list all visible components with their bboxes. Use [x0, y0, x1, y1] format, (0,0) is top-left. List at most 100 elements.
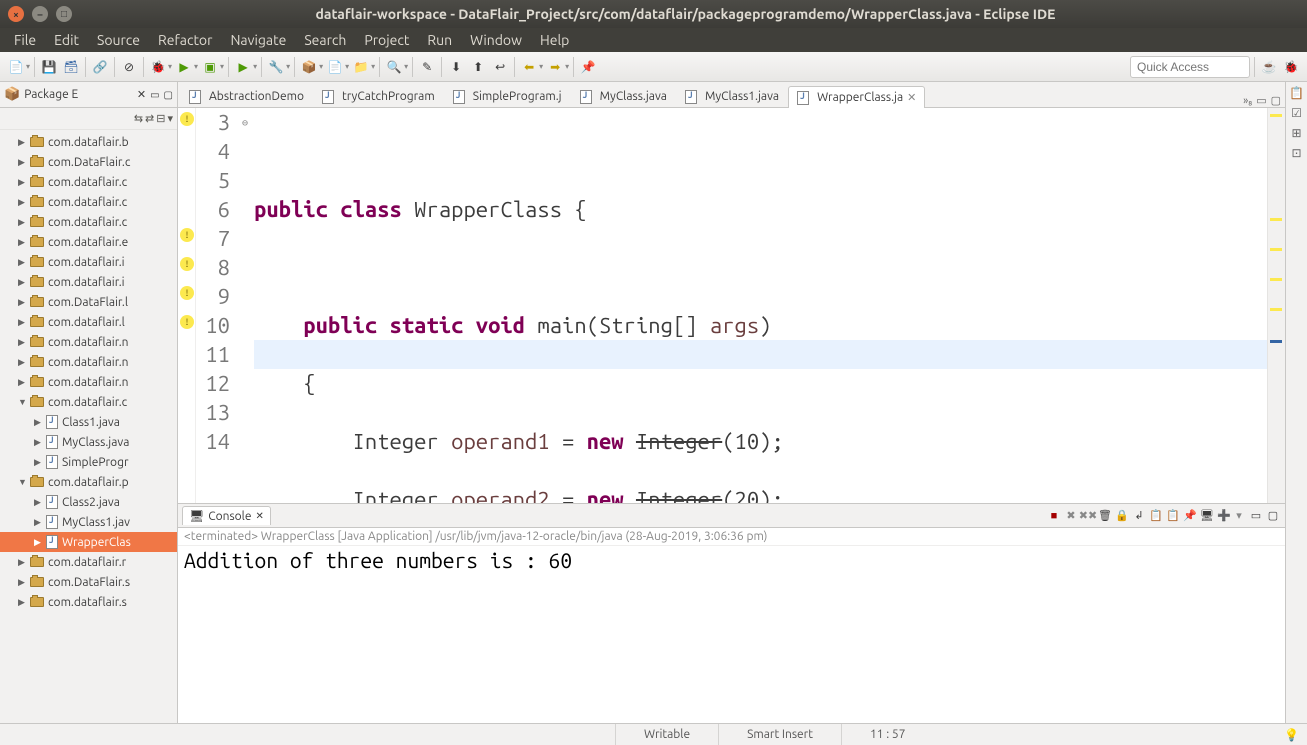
close-icon[interactable]: ✕: [137, 88, 146, 101]
save-all-icon[interactable]: 🗃: [61, 57, 81, 77]
tree-item[interactable]: ▶WrapperClas: [0, 532, 177, 552]
perspective-java-icon[interactable]: ☕: [1259, 57, 1279, 77]
pin-console-icon[interactable]: 📌: [1182, 508, 1198, 524]
new-class-icon[interactable]: 📄: [325, 57, 345, 77]
prev-annotation-icon[interactable]: ⬆: [468, 57, 488, 77]
console-tab[interactable]: 🖥 Console ✕: [182, 506, 271, 525]
tree-item[interactable]: ▶com.dataflair.c: [0, 172, 177, 192]
perspective-icon[interactable]: ⊞: [1291, 126, 1301, 140]
tree-item[interactable]: ▶com.dataflair.n: [0, 352, 177, 372]
minimize-icon[interactable]: ▭: [150, 89, 159, 101]
link-editor-icon[interactable]: ⇄: [145, 112, 154, 125]
save-icon[interactable]: 💾: [39, 57, 59, 77]
tree-item[interactable]: ▶com.dataflair.i: [0, 252, 177, 272]
collapse-all-icon[interactable]: ⇆: [134, 112, 143, 125]
tree-item[interactable]: ▶com.dataflair.c: [0, 192, 177, 212]
clear-console-icon[interactable]: 🗑: [1097, 508, 1113, 524]
close-icon[interactable]: ✕: [907, 91, 916, 104]
window-maximize-icon[interactable]: □: [56, 6, 72, 22]
back-icon[interactable]: ⬅: [519, 57, 539, 77]
tree-item[interactable]: ▶com.dataflair.s: [0, 592, 177, 612]
coverage-icon[interactable]: ▣: [200, 57, 220, 77]
next-annotation-icon[interactable]: ⬇: [446, 57, 466, 77]
tree-item[interactable]: ▶com.dataflair.l: [0, 312, 177, 332]
menu-refactor[interactable]: Refactor: [150, 30, 220, 50]
more-tabs-icon[interactable]: »₈: [1243, 95, 1252, 107]
maximize-icon[interactable]: ▢: [164, 89, 173, 101]
focus-icon[interactable]: ⊟: [156, 112, 165, 125]
tree-item[interactable]: ▶com.dataflair.b: [0, 132, 177, 152]
editor-tab[interactable]: AbstractionDemo: [180, 85, 313, 107]
code-editor[interactable]: ! ! ! ! ! 34567891011121314 ⊖ public cla…: [178, 108, 1285, 503]
editor-maximize-icon[interactable]: ▢: [1271, 94, 1281, 107]
editor-tab[interactable]: tryCatchProgram: [313, 85, 444, 107]
forward-icon[interactable]: ➡: [545, 57, 565, 77]
scroll-lock-icon[interactable]: 🔒: [1114, 508, 1130, 524]
search-icon[interactable]: 🔍: [384, 57, 404, 77]
tree-item[interactable]: ▶Class1.java: [0, 412, 177, 432]
tree-item[interactable]: ▶com.dataflair.r: [0, 552, 177, 572]
outline-icon[interactable]: 📋: [1289, 86, 1304, 100]
tree-item[interactable]: ▼com.dataflair.p: [0, 472, 177, 492]
show-view-icon[interactable]: ⊡: [1291, 146, 1301, 160]
tree-item[interactable]: ▶com.dataflair.n: [0, 332, 177, 352]
terminate-icon[interactable]: ■: [1046, 508, 1062, 524]
open-type-icon[interactable]: 🔗: [90, 57, 110, 77]
tree-item[interactable]: ▶Class2.java: [0, 492, 177, 512]
tree-item[interactable]: ▶MyClass.java: [0, 432, 177, 452]
quick-access[interactable]: [1130, 56, 1250, 78]
new-package-icon[interactable]: 📦: [299, 57, 319, 77]
run-last-icon[interactable]: ▶: [233, 57, 253, 77]
remove-icon[interactable]: ✖: [1063, 508, 1079, 524]
last-edit-icon[interactable]: ↩: [490, 57, 510, 77]
menu-help[interactable]: Help: [532, 30, 577, 50]
tree-item[interactable]: ▶com.DataFlair.s: [0, 572, 177, 592]
show-stderr-icon[interactable]: 📋: [1165, 508, 1181, 524]
word-wrap-icon[interactable]: ↲: [1131, 508, 1147, 524]
skip-breakpoints-icon[interactable]: ⊘: [119, 57, 139, 77]
window-close-icon[interactable]: ×: [8, 6, 24, 22]
tree-item[interactable]: ▶MyClass1.jav: [0, 512, 177, 532]
menu-source[interactable]: Source: [89, 30, 148, 50]
show-stdout-icon[interactable]: 📋: [1148, 508, 1164, 524]
tree-item[interactable]: ▶SimpleProgr: [0, 452, 177, 472]
console-output[interactable]: Addition of three numbers is : 60: [178, 546, 1285, 723]
menu-window[interactable]: Window: [462, 30, 530, 50]
new-folder-icon[interactable]: 📁: [351, 57, 371, 77]
code-content[interactable]: public class WrapperClass { public stati…: [254, 108, 1267, 503]
overview-ruler[interactable]: [1267, 108, 1285, 503]
tree-item[interactable]: ▶com.DataFlair.c: [0, 152, 177, 172]
fold-bar[interactable]: ⊖: [236, 108, 254, 503]
tree-item[interactable]: ▶com.DataFlair.l: [0, 292, 177, 312]
new-icon[interactable]: 📄: [6, 57, 26, 77]
run-icon[interactable]: ▶: [174, 57, 194, 77]
menu-search[interactable]: Search: [296, 30, 354, 50]
tree-item[interactable]: ▶com.dataflair.i: [0, 272, 177, 292]
editor-tab[interactable]: SimpleProgram.j: [444, 85, 571, 107]
menu-run[interactable]: Run: [419, 30, 460, 50]
menu-project[interactable]: Project: [356, 30, 417, 50]
tree-item[interactable]: ▶com.dataflair.n: [0, 372, 177, 392]
console-minimize-icon[interactable]: ▭: [1248, 508, 1264, 524]
remove-all-icon[interactable]: ✖✖: [1080, 508, 1096, 524]
window-minimize-icon[interactable]: –: [32, 6, 48, 22]
open-console-icon[interactable]: ➕: [1216, 508, 1232, 524]
quick-access-input[interactable]: [1130, 56, 1250, 78]
toggle-mark-icon[interactable]: ✎: [417, 57, 437, 77]
close-icon[interactable]: ✕: [255, 510, 263, 522]
editor-tab[interactable]: MyClass.java: [571, 85, 676, 107]
external-tools-icon[interactable]: 🔧: [266, 57, 286, 77]
tree-item[interactable]: ▶com.dataflair.e: [0, 232, 177, 252]
editor-minimize-icon[interactable]: ▭: [1256, 94, 1266, 107]
tip-icon[interactable]: 💡: [1284, 728, 1307, 742]
editor-tab[interactable]: MyClass1.java: [676, 85, 788, 107]
tree-item[interactable]: ▶com.dataflair.c: [0, 212, 177, 232]
console-maximize-icon[interactable]: ▢: [1265, 508, 1281, 524]
editor-tab[interactable]: WrapperClass.ja✕: [788, 86, 925, 108]
menu-edit[interactable]: Edit: [46, 30, 87, 50]
perspective-debug-icon[interactable]: 🐞: [1281, 57, 1301, 77]
menu-file[interactable]: File: [6, 30, 44, 50]
tree-item[interactable]: ▼com.dataflair.c: [0, 392, 177, 412]
task-list-icon[interactable]: ☑: [1291, 106, 1302, 120]
view-menu-icon[interactable]: ▾: [167, 112, 173, 125]
